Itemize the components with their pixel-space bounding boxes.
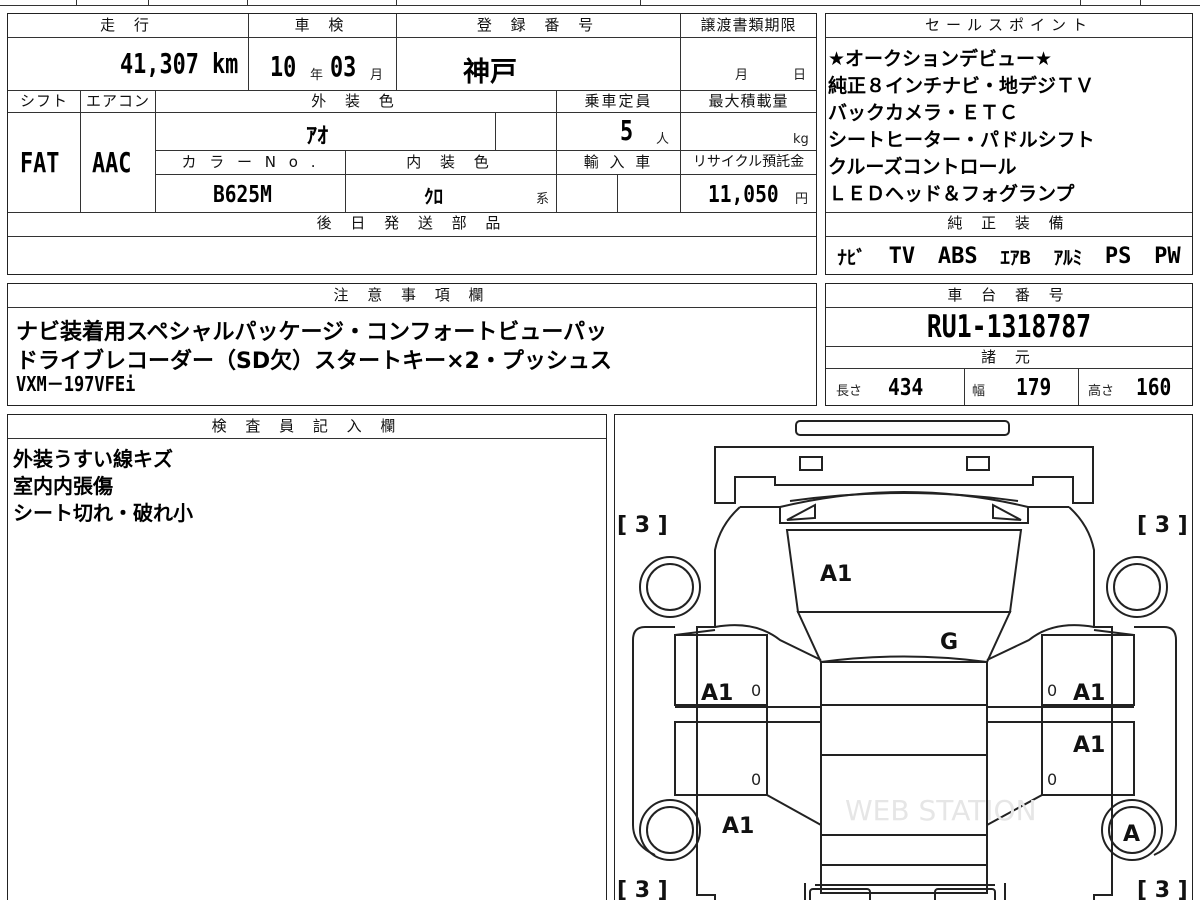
notes-box: 注 意 事 項 欄 ナビ装着用スペシャルパッケージ・コンフォートビューパッ ドラ… [7,283,817,406]
aircon-header: エアコン [81,91,155,111]
exterior-color-header: 外 装 色 [156,91,556,111]
tire-rear-left-label: [ 3 ] [617,878,668,900]
specs-header: 諸 元 [826,347,1192,367]
inspection-header: 車 検 [249,15,396,35]
sales-points-header: セールスポイント [826,15,1192,35]
deadline-day-unit: 日 [793,68,807,83]
mark-right-front-door: A1 [1073,681,1105,706]
standard-equipment-header: 純 正 装 備 [826,213,1192,233]
zero-marker: 0 [751,681,761,700]
vehicle-info-table: 走 行 車 検 登 録 番 号 譲渡書類期限 41,307 km 10 年 03… [7,13,817,275]
sales-point-line: クルーズコントロール [828,156,1017,178]
interior-color-unit: 系 [536,192,550,207]
interior-color-value: ｸﾛ [424,186,444,208]
capacity-header: 乗車定員 [557,91,680,111]
color-no-header: カ ラ ー N o . [156,152,345,172]
standard-equipment-list: ﾅﾋﾞ TV ABS ｴｱB ｱﾙﾐ PS PW [826,240,1192,272]
inspection-month: 03 [330,50,357,83]
chassis-header: 車 台 番 号 [826,285,1192,305]
sales-point-line: ＬＥＤヘッド＆フォグランプ [828,183,1075,205]
equipment-alloy: ｱﾙﾐ [1053,246,1083,269]
inspection-year: 10 [270,50,297,83]
notes-line: ナビ装着用スペシャルパッケージ・コンフォートビューパッ [16,320,608,345]
tire-front-right-label: [ 3 ] [1137,513,1188,538]
shift-header: シフト [8,91,80,111]
color-no-value: B625M [213,182,272,208]
exterior-color-value: ｱｵ [306,124,329,149]
height-value: 160 [1136,375,1172,401]
recycle-unit: 円 [795,192,809,207]
zero-marker: 0 [1047,681,1057,700]
mark-right-rear-door: A1 [1073,733,1105,758]
year-unit: 年 [310,68,324,83]
length-value: 434 [888,375,924,401]
inspector-line: シート切れ・破れ小 [13,501,193,525]
notes-header: 注 意 事 項 欄 [8,285,816,305]
mark-left-rear-fender: A1 [722,814,754,839]
equipment-ps: PS [1104,243,1132,269]
transfer-deadline-header: 譲渡書類期限 [681,15,816,35]
mark-hood: A1 [820,562,852,587]
zero-marker: 0 [751,770,761,789]
mileage-unit: km [212,47,239,80]
mileage-header: 走 行 [8,15,248,35]
month-unit: 月 [370,68,384,83]
capacity-value: 5 [620,114,634,147]
registration-header: 登 録 番 号 [397,15,680,35]
tire-rear-right-label: [ 3 ] [1137,878,1188,900]
height-label: 高さ [1088,384,1115,399]
sales-point-line: バックカメラ・ＥＴＣ [828,102,1019,124]
chassis-specs-box: 車 台 番 号 RU1-1318787 諸 元 長さ 434 幅 179 高さ … [825,283,1193,406]
registration-value: 神戸 [463,57,517,88]
equipment-nav: ﾅﾋﾞ [837,246,866,269]
watermark: WEB STATION [845,794,1037,827]
sales-points-box: セールスポイント ★オークションデビュー★ 純正８インチナビ・地デジＴＶ バック… [825,13,1193,275]
width-label: 幅 [972,384,986,399]
inspector-box: 検 査 員 記 入 欄 外装うすい線キズ 室内内張傷 シート切れ・破れ小 [7,414,607,900]
max-load-unit: kg [793,132,809,147]
sales-point-line: 純正８インチナビ・地デジＴＶ [828,75,1095,97]
inspector-header: 検 査 員 記 入 欄 [8,416,606,436]
mark-windshield: G [940,630,958,655]
zero-marker: 0 [1047,770,1057,789]
import-header: 輸 入 車 [557,152,680,172]
recycle-header: リサイクル預託金 [681,152,816,172]
width-value: 179 [1016,375,1052,401]
car-diagram: WEB STATION [ 3 ] [ 3 ] [ 3 ] [ 3 ] A1 G… [617,420,1188,900]
mark-left-front-door: A1 [701,681,733,706]
shift-value: FAT [20,146,60,179]
length-label: 長さ [836,384,863,399]
inspector-line: 室内内張傷 [13,474,113,498]
mileage-value: 41,307 [120,47,199,80]
top-strip [0,0,1200,6]
sales-point-line: シートヒーター・パドルシフト [828,129,1095,151]
deadline-month-unit: 月 [735,68,749,83]
max-load-header: 最大積載量 [681,91,816,111]
tire-front-left-label: [ 3 ] [617,513,668,538]
notes-line: VXM－197VFEi [16,372,136,396]
later-parts-header: 後 日 発 送 部 品 [8,213,816,233]
inspector-line: 外装うすい線キズ [13,447,173,471]
mark-right-rear-wheel: A [1123,822,1140,847]
car-diagram-box: WEB STATION [ 3 ] [ 3 ] [ 3 ] [ 3 ] A1 G… [614,414,1193,900]
equipment-abs: ABS [937,243,978,269]
equipment-pw: PW [1154,243,1181,269]
equipment-tv: TV [888,243,916,269]
chassis-number: RU1-1318787 [926,309,1092,345]
interior-color-header: 内 装 色 [346,152,556,172]
equipment-airbag: ｴｱB [1000,246,1031,269]
aircon-value: AAC [92,146,132,179]
sales-point-line: ★オークションデビュー★ [828,48,1053,70]
recycle-value: 11,050 [708,182,779,208]
capacity-unit: 人 [656,132,670,147]
